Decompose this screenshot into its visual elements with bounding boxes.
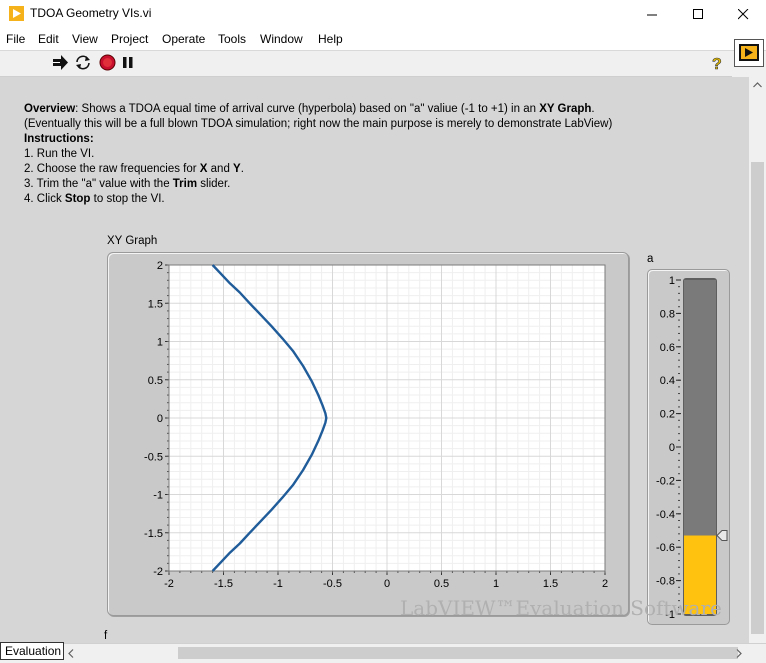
menu-file[interactable]: File bbox=[6, 32, 25, 46]
slider-tick-label: -0.2 bbox=[656, 475, 675, 487]
description-text: Overview: Shows a TDOA equal time of arr… bbox=[24, 102, 724, 207]
run-continuously-icon[interactable] bbox=[74, 54, 92, 71]
menu-help[interactable]: Help bbox=[318, 32, 343, 46]
y-tick-label: 0 bbox=[157, 413, 163, 425]
xy-graph-label: XY Graph bbox=[107, 235, 157, 247]
scroll-right-icon[interactable] bbox=[736, 649, 742, 658]
slider-tick-label: -0.4 bbox=[656, 509, 675, 521]
maximize-button[interactable] bbox=[675, 0, 721, 28]
pause-icon[interactable] bbox=[122, 56, 134, 69]
x-tick-label: -2 bbox=[164, 578, 174, 590]
y-tick-label: -0.5 bbox=[144, 451, 163, 463]
a-slider-scale[interactable]: 10.80.60.40.20-0.2-0.4-0.6-0.8-1 bbox=[648, 270, 729, 624]
abort-execution-icon[interactable] bbox=[99, 54, 116, 71]
x-tick-label: 1 bbox=[493, 578, 499, 590]
labview-vi-icon bbox=[735, 40, 763, 66]
toolbar: ? bbox=[0, 51, 732, 77]
instruction-step-2: 2. Choose the raw frequencies for X and … bbox=[24, 162, 724, 177]
horizontal-scrollbar[interactable] bbox=[0, 643, 766, 663]
x-tick-label: -1 bbox=[273, 578, 283, 590]
slider-tick-label: 0 bbox=[669, 442, 675, 454]
y-tick-label: 0.5 bbox=[148, 375, 163, 387]
instruction-step-3: 3. Trim the "a" value with the Trim slid… bbox=[24, 177, 724, 192]
svg-text:?: ? bbox=[712, 56, 722, 72]
x-tick-label: 2 bbox=[602, 578, 608, 590]
evaluation-watermark: LabVIEW™Evaluation Software bbox=[400, 596, 722, 620]
slider-tick-label: 0.2 bbox=[660, 409, 675, 421]
slider-tick-label: -0.6 bbox=[656, 542, 675, 554]
evaluation-status-box: Evaluation bbox=[0, 642, 64, 660]
front-panel: Overview: Shows a TDOA equal time of arr… bbox=[0, 77, 749, 643]
x-tick-label: 0 bbox=[384, 578, 390, 590]
slider-tick-label: 0.8 bbox=[660, 308, 675, 320]
scroll-left-icon[interactable] bbox=[68, 649, 74, 658]
close-icon bbox=[738, 9, 749, 20]
note-line: (Eventually this will be a full blown TD… bbox=[24, 117, 724, 132]
slider-tick-label: -0.8 bbox=[656, 576, 675, 588]
slider-tick-label: 1 bbox=[669, 275, 675, 287]
y-tick-label: 1 bbox=[157, 337, 163, 349]
vertical-scrollbar[interactable] bbox=[749, 77, 766, 643]
x-tick-label: -1.5 bbox=[214, 578, 233, 590]
menu-bar: File Edit View Project Operate Tools Win… bbox=[0, 28, 766, 51]
minimize-icon bbox=[647, 9, 658, 20]
x-tick-label: 1.5 bbox=[543, 578, 558, 590]
instruction-step-1: 1. Run the VI. bbox=[24, 147, 724, 162]
slider-handle[interactable] bbox=[717, 531, 727, 541]
y-tick-label: 2 bbox=[157, 260, 163, 272]
menu-operate[interactable]: Operate bbox=[162, 32, 205, 46]
scroll-up-icon[interactable] bbox=[753, 82, 762, 88]
minimize-button[interactable] bbox=[629, 0, 675, 28]
run-arrow-icon[interactable] bbox=[52, 55, 69, 70]
y-tick-label: -1.5 bbox=[144, 528, 163, 540]
menu-view[interactable]: View bbox=[72, 32, 98, 46]
overview-line: Overview: Shows a TDOA equal time of arr… bbox=[24, 102, 724, 117]
y-tick-label: -1 bbox=[153, 490, 163, 502]
xy-graph-plot[interactable]: -2 -1.5 -1 -0.5 0 0.5 1 1.5 2 2 1.5 1 0.5 0 -0.5 -1 -1.5… bbox=[108, 253, 628, 615]
menu-project[interactable]: Project bbox=[111, 32, 148, 46]
menu-edit[interactable]: Edit bbox=[38, 32, 59, 46]
y-tick-label: 1.5 bbox=[148, 298, 163, 310]
slider-tick-label: 0.6 bbox=[660, 342, 675, 354]
x-tick-label: -0.5 bbox=[323, 578, 342, 590]
close-button[interactable] bbox=[720, 0, 766, 28]
title-bar: TDOA Geometry VIs.vi bbox=[0, 0, 766, 28]
instructions-heading: Instructions: bbox=[24, 132, 724, 147]
maximize-icon bbox=[693, 9, 704, 20]
labview-vi-icon bbox=[9, 6, 24, 21]
x-tick-label: 0.5 bbox=[434, 578, 449, 590]
horizontal-scroll-thumb[interactable] bbox=[178, 647, 738, 659]
a-slider[interactable]: 10.80.60.40.20-0.2-0.4-0.6-0.8-1 bbox=[647, 269, 730, 625]
menu-tools[interactable]: Tools bbox=[218, 32, 246, 46]
vertical-scroll-thumb[interactable] bbox=[751, 162, 764, 634]
menu-window[interactable]: Window bbox=[260, 32, 303, 46]
xy-graph[interactable]: -2 -1.5 -1 -0.5 0 0.5 1 1.5 2 2 1.5 1 0.5 0 -0.5 -1 -1.5… bbox=[107, 252, 629, 616]
slider-tick-label: 0.4 bbox=[660, 375, 675, 387]
instruction-step-4: 4. Click Stop to stop the VI. bbox=[24, 192, 724, 207]
f-label: f bbox=[104, 630, 107, 642]
window-title: TDOA Geometry VIs.vi bbox=[30, 6, 151, 20]
a-slider-label: a bbox=[647, 253, 653, 265]
vi-icon[interactable] bbox=[734, 39, 764, 67]
context-help-icon[interactable]: ? bbox=[710, 54, 726, 72]
y-tick-label: -2 bbox=[153, 566, 163, 578]
